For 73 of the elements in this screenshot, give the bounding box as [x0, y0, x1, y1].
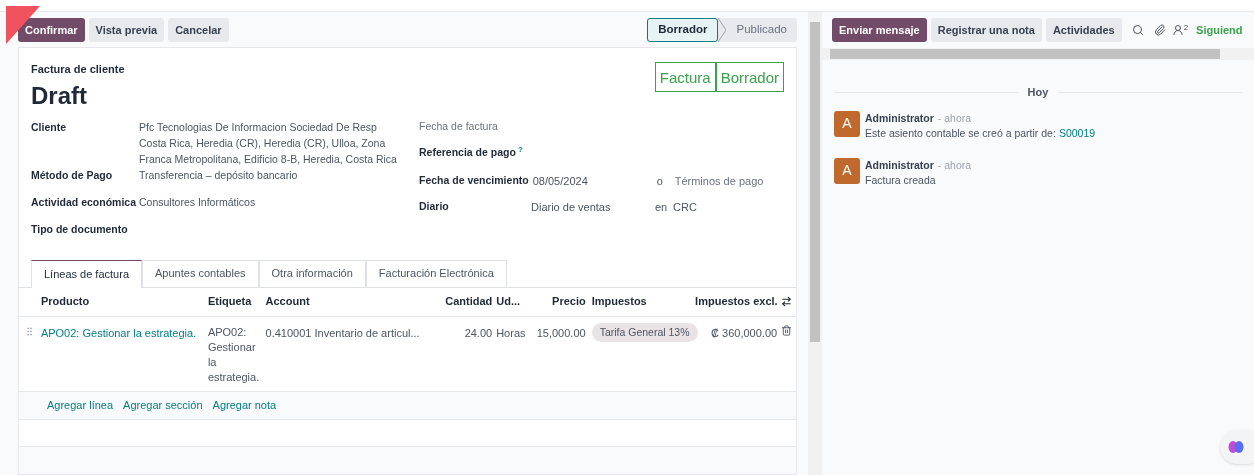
chatter-button[interactable]: Registrar una nota	[930, 18, 1042, 42]
tab[interactable]: Facturación Electrónica	[365, 259, 507, 287]
field-value[interactable]: Términos de pago	[674, 172, 764, 189]
followers-icon[interactable]	[1171, 24, 1184, 36]
tab[interactable]: Apuntes contables	[142, 259, 259, 287]
invoice-title: Draft	[31, 80, 88, 111]
avatar[interactable]: A	[834, 110, 860, 137]
message-time: - ahora	[937, 110, 972, 126]
status-step[interactable]: Publicado	[726, 18, 797, 42]
followers-count: 2	[1183, 24, 1189, 32]
field-label: Tipo de documento	[31, 221, 129, 237]
column-settings-icon[interactable]	[781, 296, 793, 307]
column-header[interactable]: Precio	[528, 293, 586, 310]
field-value[interactable]: Pfc Tecnologias De Informacion Sociedad De Resp Costa Rica, Heredia (CR), Heredia (CR), Ulloa, Zona Franca Metropolitana, Edificio 8-B, Heredia, Costa Rica	[139, 118, 397, 167]
column-header[interactable]: Producto	[40, 293, 208, 310]
paperclip-icon[interactable]	[1153, 24, 1166, 36]
status-ribbon: Borrador	[715, 62, 784, 92]
tab[interactable]: Líneas de factura	[31, 259, 142, 288]
column-header[interactable]: Impuestos excl.	[695, 293, 778, 310]
table-cell-text: 15,000.00	[535, 325, 586, 341]
brain-icon	[1228, 440, 1244, 454]
table-cell-text: ₡ 360,000.00	[710, 325, 778, 341]
field-value[interactable]: Diario de ventas	[531, 198, 655, 215]
field-label: Fecha de factura	[419, 118, 499, 134]
author-name: Administrator	[865, 110, 934, 126]
field-label: Referencia de pago $^{?}$	[419, 144, 524, 160]
toolbar-button[interactable]: Cancelar	[168, 18, 229, 42]
horizontal-scrollbar[interactable]	[822, 48, 1254, 60]
connector-text: en	[655, 199, 669, 215]
table-cell-text: 24.00	[463, 325, 493, 341]
toolbar-button[interactable]: Confirmar	[18, 18, 85, 42]
add-link[interactable]: Agregar sección	[123, 396, 203, 414]
field-label: Diario	[419, 198, 450, 214]
field-label: Cliente	[31, 119, 67, 135]
table-cell-text: Horas	[495, 325, 527, 341]
message-text: Factura creada	[865, 172, 936, 188]
document-type: Factura de cliente	[31, 62, 125, 77]
column-header[interactable]: Etiqueta	[207, 293, 266, 310]
column-header[interactable]: Cantidad	[440, 293, 493, 310]
delete-icon[interactable]	[781, 324, 793, 336]
tab[interactable]: Otra información	[258, 259, 366, 287]
field-value[interactable]: 08/05/2024	[532, 172, 657, 189]
column-header[interactable]: Impuestos	[585, 293, 696, 310]
field-label: Actividad económica	[31, 194, 138, 210]
tax-tag[interactable]: Tarifa General 13%	[591, 322, 698, 343]
status-step[interactable]: Borrador	[647, 18, 719, 42]
toolbar-button[interactable]: Vista previa	[88, 18, 165, 42]
chatter-button[interactable]: Enviar mensaje	[832, 18, 927, 42]
author-name: Administrator	[865, 157, 934, 173]
connector-text: o	[656, 173, 664, 189]
step-chevron-icon	[718, 18, 727, 42]
search-icon[interactable]	[1131, 24, 1144, 36]
field-value[interactable]: CRC	[673, 198, 697, 215]
add-link[interactable]: Agregar nota	[212, 396, 277, 414]
add-link[interactable]: Agregar línea	[47, 396, 114, 414]
assistant-button[interactable]	[1220, 430, 1254, 464]
message-text: Este asiento contable se creó a partir de:	[865, 125, 1056, 141]
table-cell-text: APO02: Gestionar la estrategia.	[207, 324, 261, 385]
field-value[interactable]: Consultores Informáticos	[139, 193, 256, 221]
column-header[interactable]: Ud...	[492, 293, 529, 310]
field-label: Fecha de vencimiento	[419, 172, 530, 188]
field-label: Método de Pago	[31, 167, 114, 183]
message-time: - ahora	[937, 157, 972, 173]
product-link[interactable]: APO02: Gestionar la estrategia.	[40, 324, 208, 341]
field-value[interactable]: Transferencia – depósito bancario	[139, 166, 298, 194]
table-cell-text: 0.410001 Inventario de articul...	[265, 325, 421, 341]
status-ribbon: Factura	[654, 62, 716, 92]
column-header[interactable]: Account	[265, 293, 441, 310]
scrollbar[interactable]	[808, 12, 822, 475]
chatter-button[interactable]: Actividades	[1045, 18, 1122, 42]
record-link[interactable]: S00019	[1058, 125, 1096, 141]
avatar[interactable]: A	[834, 157, 860, 184]
date-divider: Hoy	[1027, 85, 1049, 100]
